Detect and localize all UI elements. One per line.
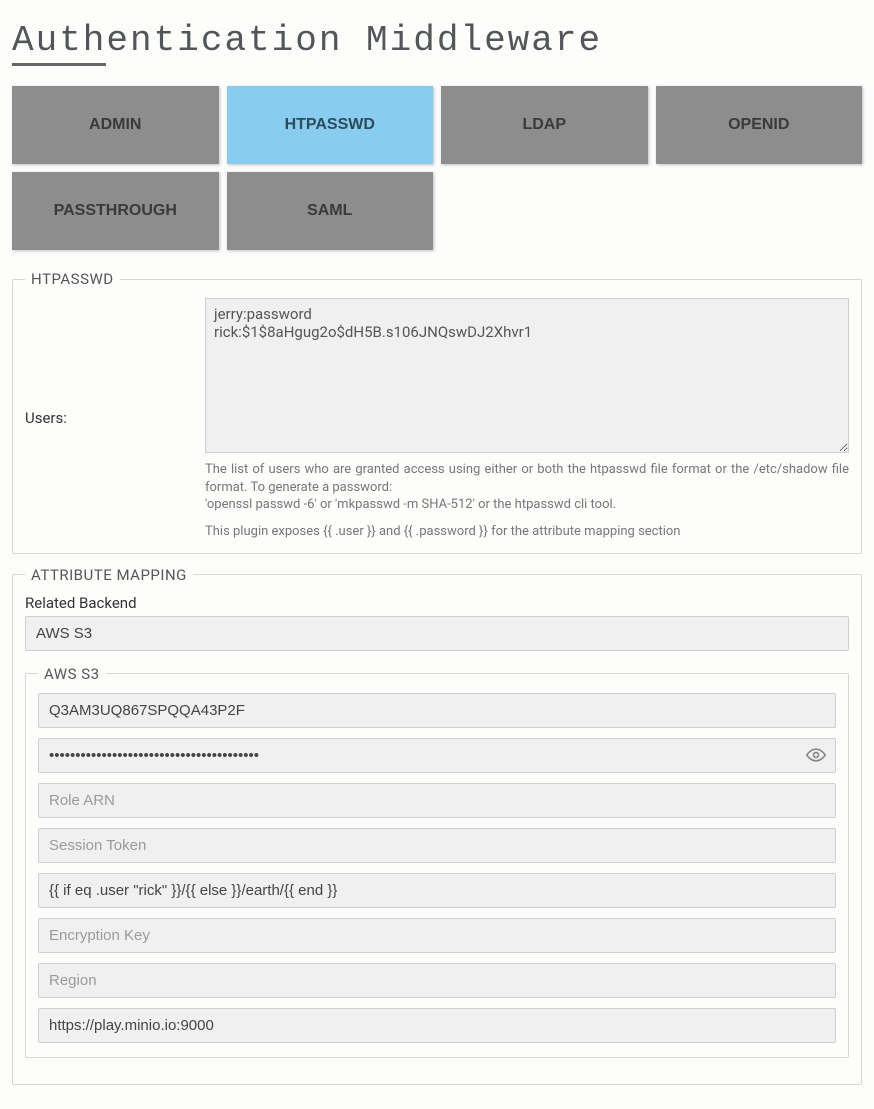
related-backend-label: Related Backend <box>25 594 849 612</box>
attribute-mapping-fieldset: ATTRIBUTE MAPPING Related Backend AWS S3 <box>12 566 862 1085</box>
users-help-1: The list of users who are granted access… <box>205 461 849 514</box>
aws-s3-fieldset: AWS S3 <box>25 665 849 1058</box>
page-title-rest: entication Middleware <box>106 20 602 61</box>
s3-encryption-key-input[interactable] <box>38 918 836 953</box>
users-help-2: This plugin exposes {{ .user }} and {{ .… <box>205 524 849 539</box>
page-title: Authentication Middleware <box>12 20 862 66</box>
auth-tabs: ADMIN HTPASSWD LDAP OPENID PASSTHROUGH S… <box>12 86 862 250</box>
s3-role-arn-input[interactable] <box>38 783 836 818</box>
s3-access-key-input[interactable] <box>38 693 836 728</box>
htpasswd-fieldset: HTPASSWD Users: The list of users who ar… <box>12 270 862 554</box>
tab-ldap[interactable]: LDAP <box>441 86 648 164</box>
s3-region-input[interactable] <box>38 963 836 998</box>
users-textarea[interactable] <box>205 298 849 453</box>
users-label: Users: <box>25 298 195 539</box>
tab-openid[interactable]: OPENID <box>656 86 863 164</box>
attribute-mapping-legend: ATTRIBUTE MAPPING <box>25 566 193 584</box>
s3-endpoint-input[interactable] <box>38 1008 836 1043</box>
tab-htpasswd[interactable]: HTPASSWD <box>227 86 434 164</box>
tab-passthrough[interactable]: PASSTHROUGH <box>12 172 219 250</box>
s3-path-input[interactable] <box>38 873 836 908</box>
tab-saml[interactable]: SAML <box>227 172 434 250</box>
aws-s3-legend: AWS S3 <box>38 665 106 683</box>
tab-admin[interactable]: ADMIN <box>12 86 219 164</box>
eye-icon[interactable] <box>806 745 826 765</box>
htpasswd-legend: HTPASSWD <box>25 270 120 288</box>
s3-secret-key-input[interactable] <box>38 738 836 773</box>
page-title-underline: Auth <box>12 20 106 66</box>
related-backend-input[interactable] <box>25 616 849 651</box>
s3-session-token-input[interactable] <box>38 828 836 863</box>
